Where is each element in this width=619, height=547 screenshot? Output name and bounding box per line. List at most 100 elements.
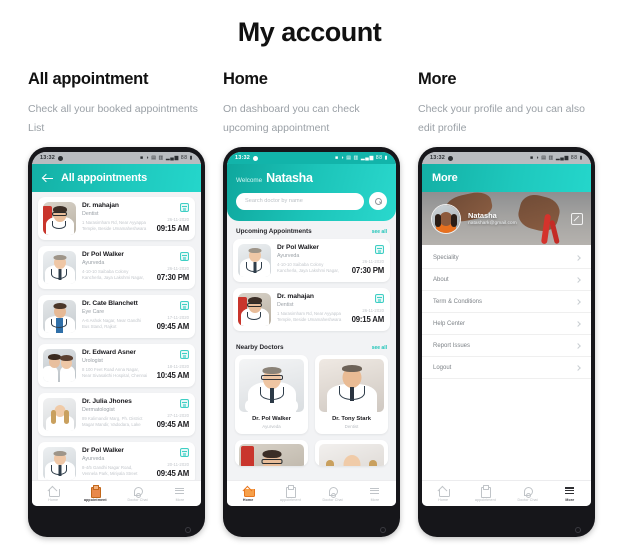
appointment-time: 07:30 PM (351, 266, 384, 275)
search-row: Search doctor by name (236, 192, 387, 210)
menu-item-terms-conditions[interactable]: Term & Conditions (422, 291, 591, 313)
calendar-icon[interactable] (180, 399, 189, 408)
search-button[interactable] (369, 192, 387, 210)
screen-all-appointments: 13:32 ■ ◑ ▤ ▥ ▂▄▆ 88 ▮ All appointments (32, 152, 201, 506)
nav-item-more[interactable]: More (549, 485, 591, 502)
menu-item-speciality[interactable]: Speciality (422, 247, 591, 269)
avatar (43, 398, 76, 431)
section-title-nearby: Nearby Doctors (236, 344, 284, 351)
phone-columns: All appointment Check all your booked ap… (0, 70, 619, 537)
menu-item-logout[interactable]: Logout (422, 357, 591, 379)
appointment-time: 07:30 PM (156, 273, 189, 282)
nav-item-home[interactable]: Home (32, 485, 74, 502)
table-row[interactable]: Dr. Cate Blanchett Eye Care A-6 Ashok Na… (38, 295, 195, 338)
table-row[interactable]: Dr. mahajan Dentist 1 Narasimham Rd, Nea… (38, 197, 195, 240)
table-row[interactable]: Dr Pol Walker Ayurveda 4-10-10 Saibaba C… (38, 246, 195, 289)
doctor-speciality: Eye Care (82, 308, 105, 315)
status-bar-time: 13:32 (40, 155, 56, 161)
bottom-navigation[interactable]: Home appointment Doctor Chat More (32, 480, 201, 506)
appbar-all-appointments: All appointments (32, 164, 201, 192)
doctor-photo (319, 443, 384, 466)
doctor-card[interactable]: Dr. Tony Stark Dentist (315, 355, 388, 434)
chat-icon (522, 485, 534, 498)
nav-item-home[interactable]: Home (227, 485, 269, 502)
doctor-card[interactable]: Dr. Pol Walker Ayurveda (235, 355, 308, 434)
appointment-list[interactable]: Dr. mahajan Dentist 1 Narasimham Rd, Nea… (32, 192, 201, 480)
bottom-navigation[interactable]: Home appointment Doctor Chat More (227, 480, 396, 506)
calendar-icon[interactable] (180, 252, 189, 261)
nav-item-more[interactable]: More (354, 485, 396, 502)
nav-item-doctor-chat[interactable]: Doctor Chat (117, 485, 159, 502)
home-content[interactable]: Upcoming Appointments see all Dr Pol Wal… (227, 221, 396, 480)
column-more: More Check your profile and you can also… (418, 70, 595, 537)
avatar (43, 447, 76, 480)
appointment-address: A-6 Ashok Nagar, Near Gandhi Bus Stand, … (82, 317, 141, 329)
doctor-speciality: Dentist (82, 210, 99, 217)
appointment-time: 09:15 AM (156, 224, 190, 233)
calendar-icon[interactable] (180, 350, 189, 359)
chevron-right-icon (575, 320, 581, 327)
search-icon (374, 197, 382, 205)
nav-label-doctor-chat: Doctor Chat (322, 497, 343, 502)
arrow-left-icon[interactable] (42, 172, 54, 184)
table-row[interactable]: Dr Pol Walker Ayurveda 8-4/5 Gandhi Naga… (38, 442, 195, 480)
menu-item-help-center[interactable]: Help Center (422, 313, 591, 335)
clipboard-icon (90, 485, 102, 498)
doctor-speciality: Ayurveda (82, 455, 105, 462)
nav-item-appointment[interactable]: appointment (464, 485, 506, 502)
calendar-icon[interactable] (180, 203, 189, 212)
doctor-name: Dr. Edward Asner (82, 349, 136, 356)
doctor-card[interactable] (235, 439, 308, 466)
calendar-icon[interactable] (180, 448, 189, 457)
doctor-speciality: Ayurveda (277, 252, 300, 259)
table-row[interactable]: Dr. Edward Asner Urologist 8 100 Feet Ro… (38, 344, 195, 387)
calendar-icon[interactable] (375, 245, 384, 254)
appointment-time: 09:15 AM (351, 315, 385, 324)
menu-item-report-issues[interactable]: Report Issues (422, 335, 591, 357)
nearby-doctor-grid-row2 (233, 434, 390, 466)
nav-item-home[interactable]: Home (422, 485, 464, 502)
status-bar-icons: ■ ◑ ▤ ▥ ▂▄▆ 88 ▮ (335, 155, 388, 161)
nav-item-appointment[interactable]: appointment (74, 485, 116, 502)
nav-item-more[interactable]: More (159, 485, 201, 502)
column-home: Home On dashboard you can check upcoming… (223, 70, 400, 537)
status-bar-time: 13:32 (430, 155, 446, 161)
phone-mockup-all-appointments: 13:32 ■ ◑ ▤ ▥ ▂▄▆ 88 ▮ All appointments (28, 147, 205, 537)
column-title-all-appointment: All appointment (28, 70, 149, 88)
table-row[interactable]: Dr. Julia Jhones Dermatologist 89 Kalima… (38, 393, 195, 436)
welcome-row: Welcome Natasha (236, 171, 387, 185)
menu-item-about[interactable]: About (422, 269, 591, 291)
menu-label: Help Center (433, 320, 466, 327)
list-item[interactable]: Dr. mahajan Dentist 1 Narasimham Rd, Nea… (233, 288, 390, 331)
nearby-doctor-grid: Dr. Pol Walker Ayurveda Dr. Tony Stark D… (233, 355, 390, 434)
menu-label: Speciality (433, 254, 459, 261)
nav-item-doctor-chat[interactable]: Doctor Chat (507, 485, 549, 502)
avatar[interactable] (431, 203, 461, 234)
phone-mockup-more: 13:32 ■ ◑ ▤ ▥ ▂▄▆ 88 ▮ More Natasha nata… (418, 147, 595, 537)
appointment-address: 1 Narasimham Rd, Near Ayyappa Temple, Be… (82, 219, 147, 231)
appbar-title: All appointments (61, 172, 148, 184)
appointment-date: 17-11-2020 (167, 314, 189, 320)
edit-pencil-icon[interactable] (571, 213, 583, 225)
search-input[interactable]: Search doctor by name (236, 192, 364, 210)
see-all-upcoming-link[interactable]: see all (372, 229, 387, 235)
appointment-address: 8 100 Feet Road Anna Nagar, Near Sivasak… (82, 366, 148, 378)
profile-email: natashark@gmail.com (468, 221, 517, 227)
home-icon (438, 485, 450, 497)
nav-item-doctor-chat[interactable]: Doctor Chat (312, 485, 354, 502)
calendar-icon[interactable] (375, 294, 384, 303)
nav-item-appointment[interactable]: appointment (269, 485, 311, 502)
screen-home: 13:32 ■ ◑ ▤ ▥ ▂▄▆ 88 ▮ Welcome Natasha S… (227, 152, 396, 506)
nav-label-appointment: appointment (279, 497, 301, 502)
doctor-photo (319, 359, 384, 412)
see-all-nearby-link[interactable]: see all (372, 345, 387, 351)
doctor-card[interactable] (315, 439, 388, 466)
avatar (43, 251, 76, 284)
list-item[interactable]: Dr Pol Walker Ayurveda 4-10-10 Saibaba C… (233, 239, 390, 282)
appointment-time: 10:45 AM (156, 371, 190, 380)
profile-banner: Natasha natashark@gmail.com (422, 192, 591, 245)
column-all-appointment: All appointment Check all your booked ap… (28, 70, 205, 537)
more-menu-list[interactable]: Speciality About Term & Conditions Help … (422, 245, 591, 480)
bottom-navigation[interactable]: Home appointment Doctor Chat More (422, 480, 591, 506)
calendar-icon[interactable] (180, 301, 189, 310)
